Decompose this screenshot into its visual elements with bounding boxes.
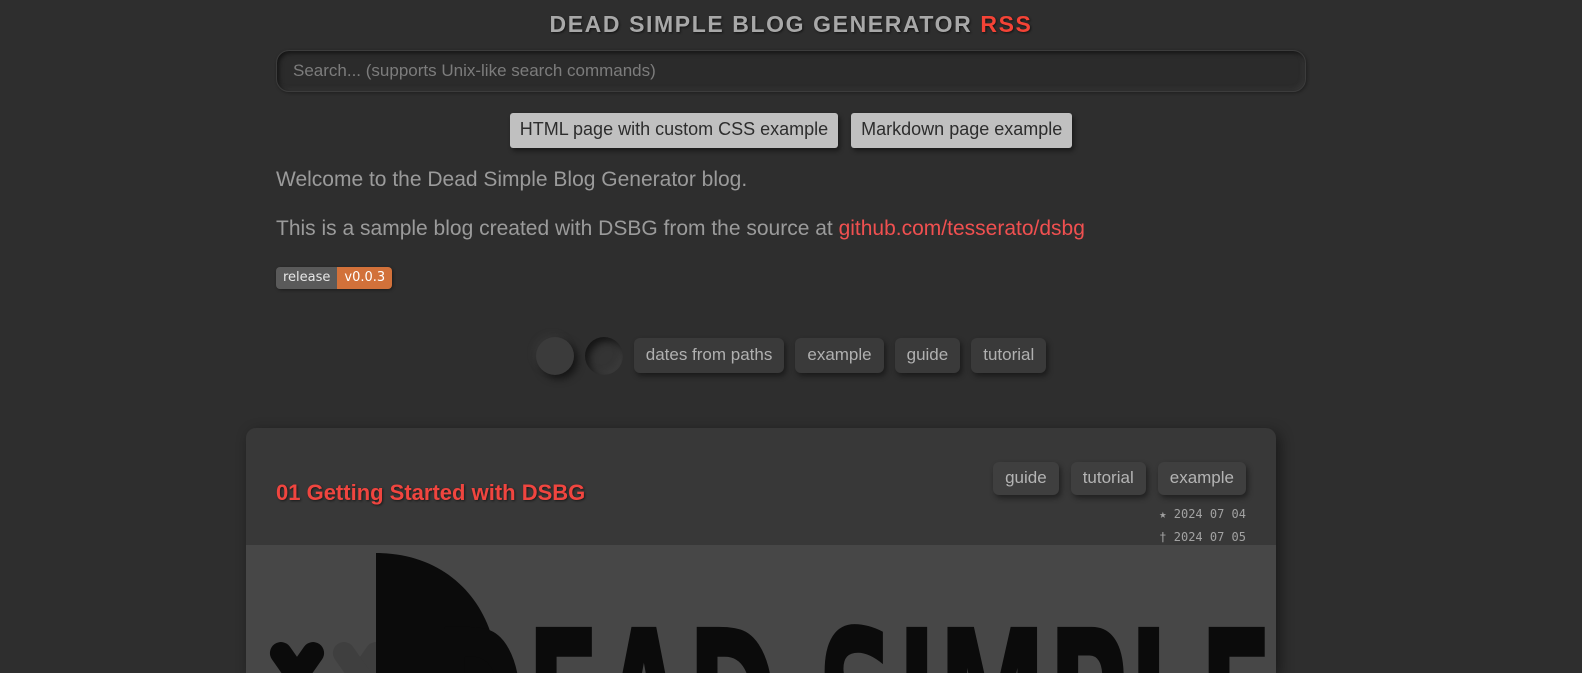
- html-css-example-button[interactable]: HTML page with custom CSS example: [509, 113, 839, 148]
- search-input[interactable]: [276, 50, 1306, 92]
- article-created-date: ★ 2024 07 04: [1159, 507, 1246, 522]
- article-tag-tutorial[interactable]: tutorial: [1070, 462, 1146, 496]
- page-root: DEAD SIMPLE BLOG GENERATOR RSS HTML page…: [0, 0, 1582, 673]
- article-card-header: 01 Getting Started with DSBG guide tutor…: [246, 428, 1276, 545]
- intro-line-2: This is a sample blog created with DSBG …: [276, 213, 1306, 246]
- source-repo-link[interactable]: github.com/tesserato/dsbg: [839, 217, 1085, 240]
- release-badge-label: release: [276, 266, 338, 289]
- article-tag-guide[interactable]: guide: [993, 462, 1059, 496]
- intro-section: Welcome to the Dead Simple Blog Generato…: [276, 148, 1306, 289]
- svg-text:DEAD SIMPLE: DEAD SIMPLE: [434, 585, 1274, 673]
- intro-line-2-text: This is a sample blog created with DSBG …: [276, 217, 839, 241]
- article-card[interactable]: 01 Getting Started with DSBG guide tutor…: [246, 428, 1276, 673]
- filter-tag-guide[interactable]: guide: [894, 337, 961, 374]
- release-badge[interactable]: release v0.0.3: [276, 266, 393, 289]
- article-title[interactable]: 01 Getting Started with DSBG: [276, 480, 585, 506]
- article-meta: guide tutorial example ★ 2024 07 04 † 20…: [993, 462, 1246, 548]
- release-badge-version: v0.0.3: [337, 266, 393, 289]
- example-pages-row: HTML page with custom CSS example Markdo…: [0, 113, 1582, 148]
- view-toggle-knob[interactable]: [584, 336, 623, 375]
- filter-tag-example[interactable]: example: [795, 337, 884, 374]
- rss-link[interactable]: RSS: [980, 11, 1032, 37]
- page-title: DEAD SIMPLE BLOG GENERATOR RSS: [0, 0, 1582, 38]
- article-tags: guide tutorial example: [993, 462, 1246, 496]
- tag-filter-row: dates from paths example guide tutorial: [0, 336, 1582, 375]
- article-hero-image[interactable]: DEAD SIMPLE: [246, 545, 1276, 673]
- filter-tag-dates-from-paths[interactable]: dates from paths: [633, 337, 785, 374]
- sort-toggle-knob[interactable]: [535, 336, 574, 375]
- site-title-text: DEAD SIMPLE BLOG GENERATOR: [549, 11, 973, 37]
- article-tag-example[interactable]: example: [1157, 462, 1246, 496]
- intro-line-1: Welcome to the Dead Simple Blog Generato…: [276, 167, 748, 191]
- dead-simple-banner-art: DEAD SIMPLE: [269, 553, 1274, 673]
- filter-tag-tutorial[interactable]: tutorial: [971, 337, 1047, 374]
- search-bar: [0, 50, 1582, 92]
- article-dates: ★ 2024 07 04 † 2024 07 05: [1159, 503, 1246, 547]
- markdown-example-button[interactable]: Markdown page example: [851, 113, 1073, 148]
